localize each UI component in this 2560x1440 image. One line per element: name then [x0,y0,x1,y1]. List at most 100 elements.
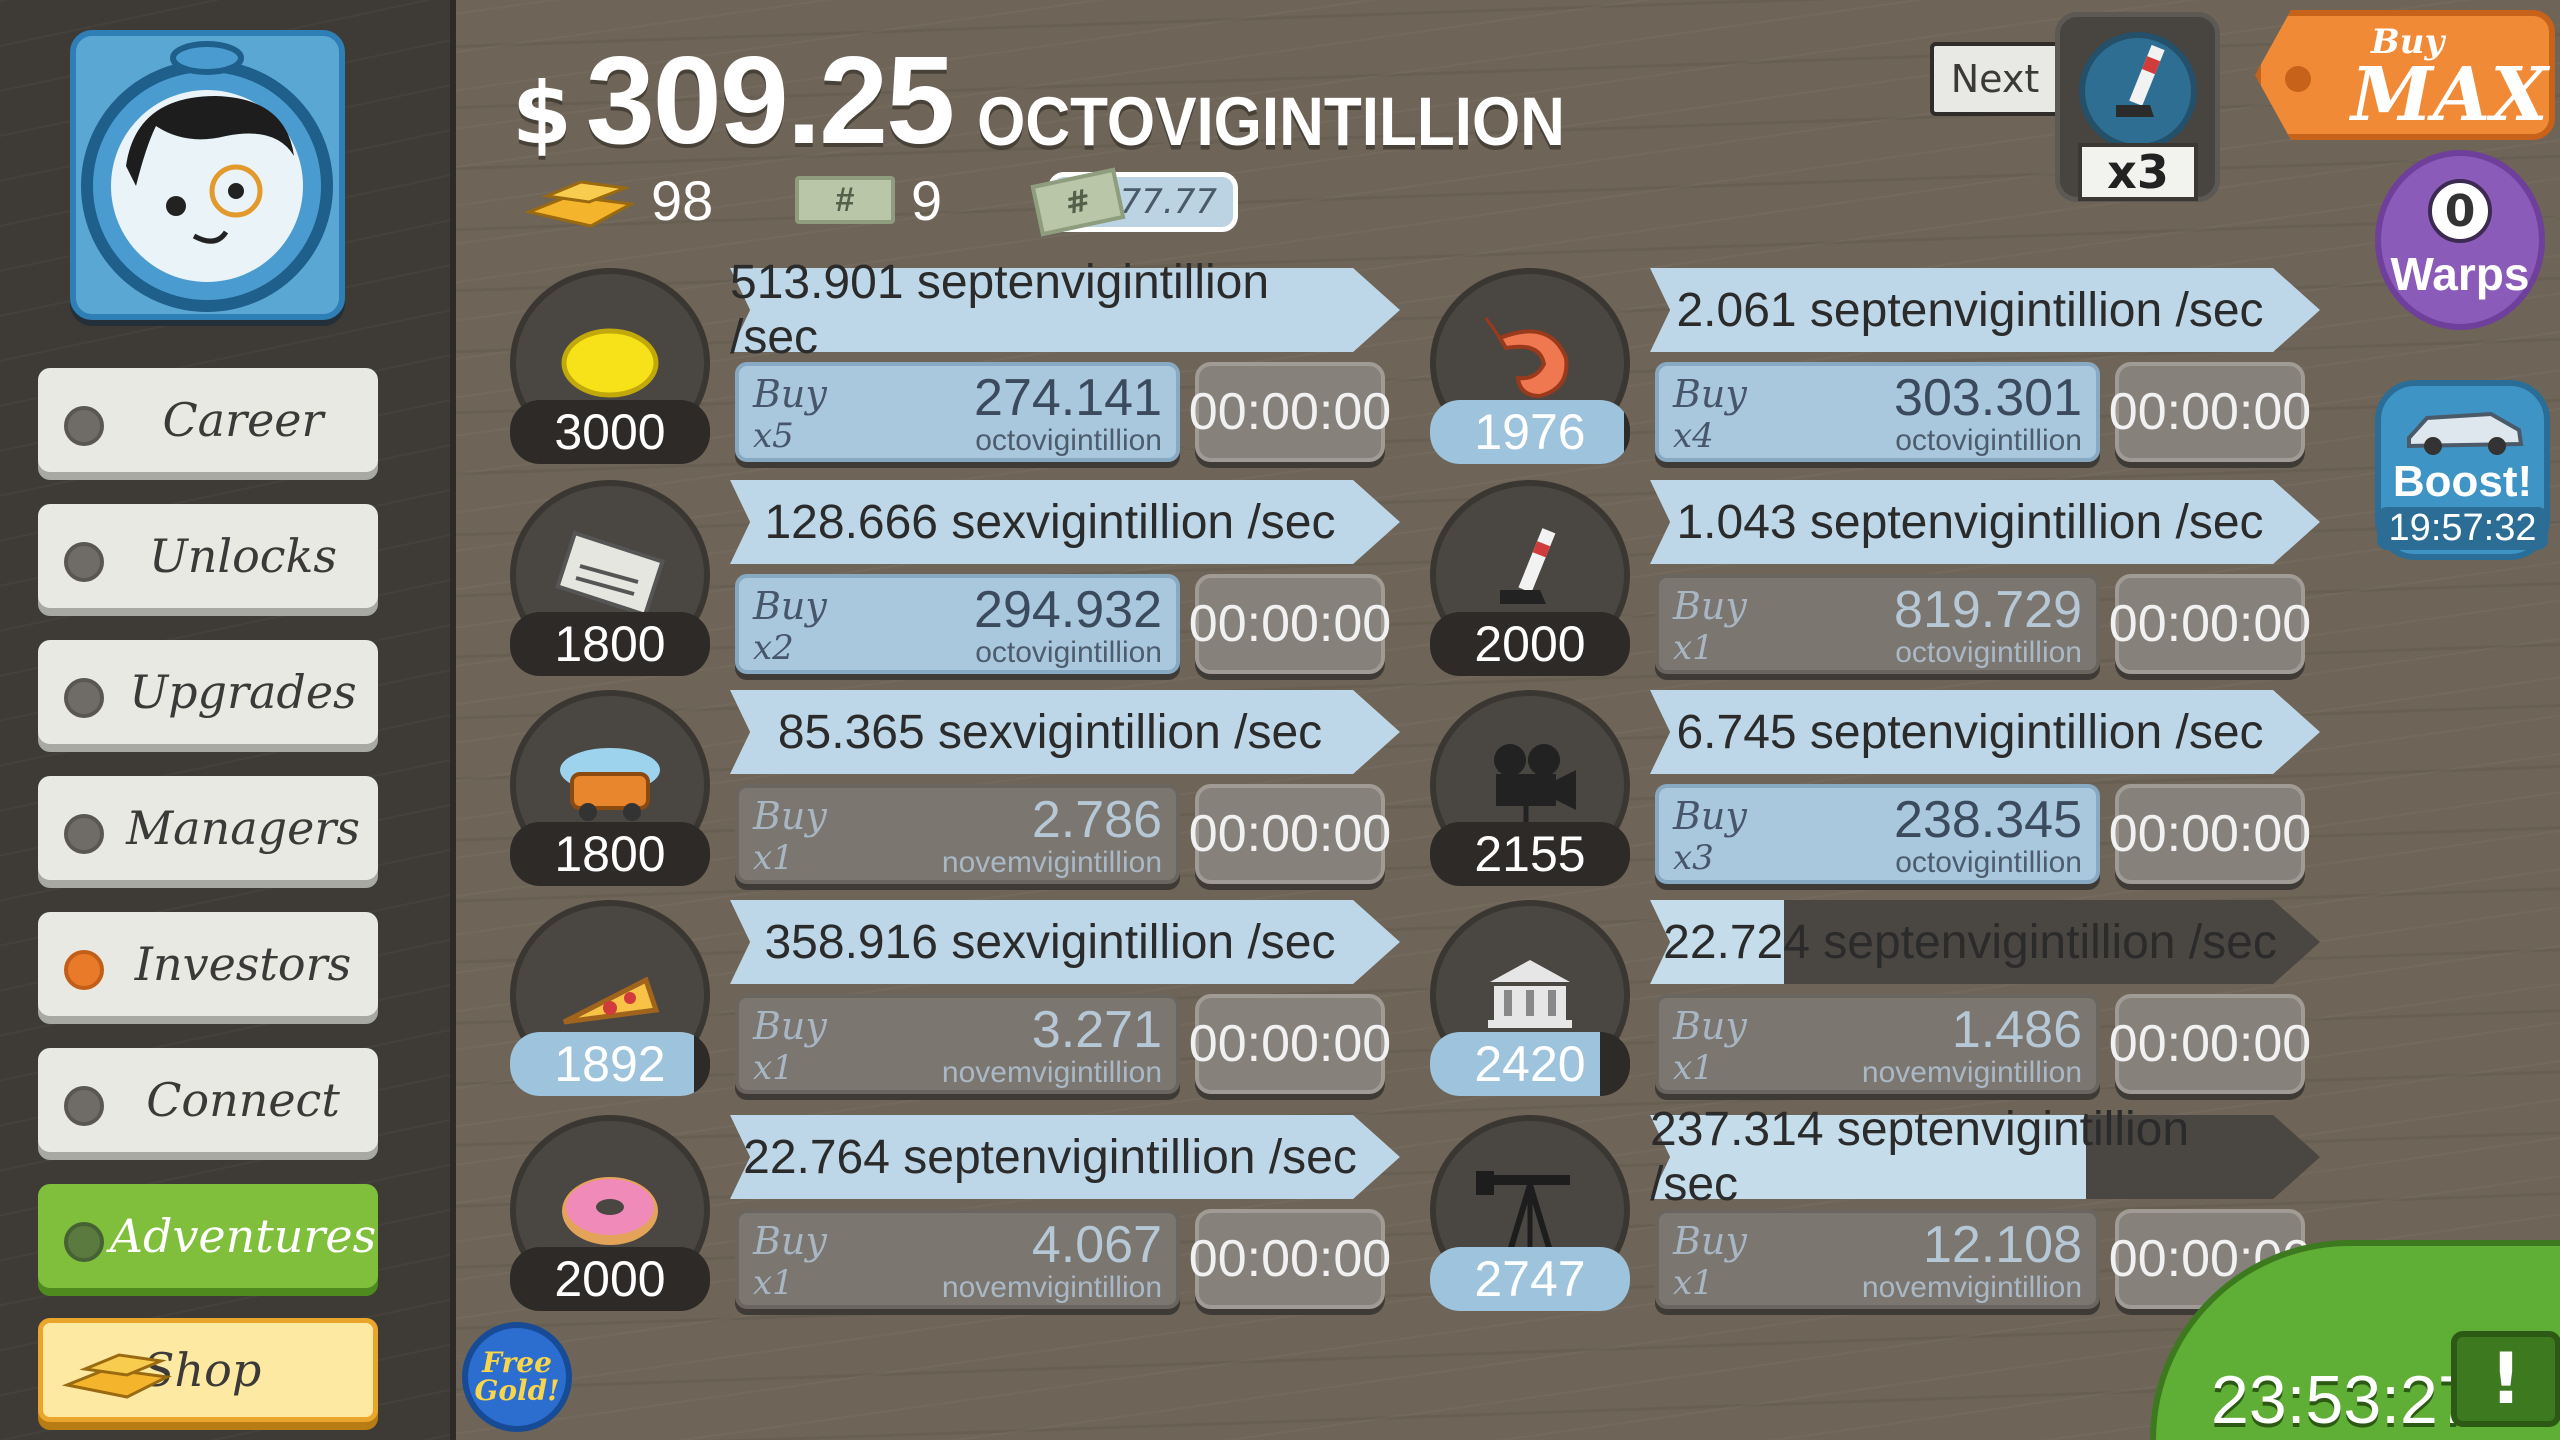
business-icon-button[interactable]: 1800 [510,480,710,680]
buy-business-button[interactable]: Buy x5 274.141 octovigintillion [735,362,1180,462]
business-icon-button[interactable]: 2155 [1430,690,1630,890]
status-dot [64,814,104,854]
gold-counter: 98 [525,165,713,235]
business-level: 1976 [1474,404,1586,460]
business-icon-button[interactable]: 2747 [1430,1115,1630,1315]
business-level: 2747 [1474,1251,1586,1307]
free-gold-line1: Free [482,1346,552,1379]
buy-business-button[interactable]: Buy x1 2.786 novemvigintillion [735,784,1180,884]
timer-text: 00:00:00 [1188,595,1392,653]
timer-text: 00:00:00 [1188,1015,1392,1073]
rate-text: 2.061 septenvigintillion /sec [1676,283,2264,337]
status-dot [64,1086,104,1126]
warps-badge[interactable]: 0 Warps [2375,150,2545,330]
business-icon-button[interactable]: 2000 [510,1115,710,1315]
currency-symbol: $ [512,64,572,164]
buy-cost-unit: novemvigintillion [1861,1056,2082,1089]
buy-max-button[interactable]: Buy MAX [2255,10,2555,140]
nav-unlocks-button[interactable]: Unlocks [38,504,378,608]
avatar[interactable] [70,30,345,320]
buy-business-button[interactable]: Buy x1 4.067 novemvigintillion [735,1209,1180,1309]
business-rate-bar[interactable]: 358.916 sexvigintillion /sec [730,900,1400,984]
buy-cost-unit: novemvigintillion [941,1056,1162,1089]
level-bar: 2000 [1430,612,1630,676]
buy-label: Buy [753,584,827,628]
nav-adventures-button[interactable]: Adventures [38,1184,378,1288]
buy-cost-unit: novemvigintillion [1861,1271,2082,1304]
nav-managers-button[interactable]: Managers [38,776,378,880]
business-rate-bar[interactable]: 22.724 septenvigintillion /sec [1650,900,2320,984]
business-rate-bar[interactable]: 6.745 septenvigintillion /sec [1650,690,2320,774]
buy-business-button[interactable]: Buy x1 3.271 novemvigintillion [735,994,1180,1094]
timer-text: 00:00:00 [2108,805,2312,863]
next-upgrade-badge[interactable]: x3 [2055,12,2220,202]
buy-multiplier: x5 [753,416,794,456]
buy-business-button[interactable]: Buy x1 819.729 octovigintillion [1655,574,2100,674]
next-multiplier: x3 [2078,143,2198,201]
business-rate-bar[interactable]: 85.365 sexvigintillion /sec [730,690,1400,774]
buy-cost: 12.108 [1922,1216,2082,1274]
buy-label: Buy [753,1219,827,1263]
tv-timer: 23:53:27 [2211,1362,2476,1438]
buy-cost-unit: octovigintillion [1895,636,2082,669]
business-timer: 00:00:00 [1189,1209,1391,1309]
gold-bars-icon [61,1353,173,1399]
business-timer: 00:00:00 [2109,994,2311,1094]
buy-label: Buy [1673,372,1747,416]
buy-multiplier: x1 [1673,1048,1714,1088]
next-upgrade-button[interactable]: Next [1930,42,2060,116]
nav-upgrades-button[interactable]: Upgrades [38,640,378,744]
buy-label: Buy [753,794,827,838]
bill-counter: # 9 [795,165,942,235]
level-bar: 1800 [510,612,710,676]
business-icon-button[interactable]: 1976 [1430,268,1630,468]
tv-alert-icon[interactable]: ! [2451,1331,2560,1427]
free-gold-button[interactable]: Free Gold! [462,1322,572,1432]
buy-multiplier: x1 [753,1263,794,1303]
buy-cost: 3.271 [1031,1001,1162,1059]
buy-business-button[interactable]: Buy x4 303.301 octovigintillion [1655,362,2100,462]
nav-career-button[interactable]: Career [38,368,378,472]
buy-cost: 303.301 [1894,369,2082,427]
business-level: 2000 [1474,616,1586,672]
buy-cost: 2.786 [1031,791,1162,849]
tag-hole-icon [2285,66,2311,92]
rate-text: 1.043 septenvigintillion /sec [1676,495,2264,549]
business-level: 1892 [554,1036,666,1092]
level-bar: 1892 [510,1032,710,1096]
buy-business-button[interactable]: Buy x1 12.108 novemvigintillion [1655,1209,2100,1309]
buy-business-button[interactable]: Buy x2 294.932 octovigintillion [735,574,1180,674]
buy-multiplier: x3 [1673,838,1714,878]
business-rate-bar[interactable]: 128.666 sexvigintillion /sec [730,480,1400,564]
nav-connect-button[interactable]: Connect [38,1048,378,1152]
buy-business-button[interactable]: Buy x1 1.486 novemvigintillion [1655,994,2100,1094]
business-rate-bar[interactable]: 1.043 septenvigintillion /sec [1650,480,2320,564]
business-rate-bar[interactable]: 513.901 septenvigintillion /sec [730,256,1400,364]
tv-badge: ! [2490,1338,2522,1420]
business-rate-bar[interactable]: 2.061 septenvigintillion /sec [1650,268,2320,352]
buy-multiplier: x1 [753,838,794,878]
business-rate-bar[interactable]: 22.764 septenvigintillion /sec [730,1115,1400,1199]
business-icon-button[interactable]: 2000 [1430,480,1630,680]
buy-business-button[interactable]: Buy x3 238.345 octovigintillion [1655,784,2100,884]
business-icon-button[interactable]: 1892 [510,900,710,1100]
level-bar: 1800 [510,822,710,886]
buy-cost: 274.141 [974,369,1162,427]
buy-multiplier: x1 [1673,628,1714,668]
buy-cost: 1.486 [1951,1001,2082,1059]
business-icon-button[interactable]: 2420 [1430,900,1630,1100]
nav-shop-button[interactable]: Shop [38,1318,378,1422]
money-display: $ 309.25 OCTOVIGINTILLION [512,30,1565,172]
hockey-stick-icon [2079,32,2197,149]
business-icon-button[interactable]: 3000 [510,268,710,468]
buy-label: Buy [1673,794,1747,838]
buy-label: Buy [1673,584,1747,628]
boost-button[interactable]: Boost! 19:57:32 [2375,380,2550,560]
buy-cost-unit: octovigintillion [1895,424,2082,457]
gold-count: 98 [651,168,714,232]
nav-investors-button[interactable]: Investors [38,912,378,1016]
rate-text: 22.724 septenvigintillion /sec [1663,915,2277,969]
business-icon-button[interactable]: 1800 [510,690,710,890]
rate-text: 128.666 sexvigintillion /sec [764,495,1336,549]
business-rate-bar[interactable]: 237.314 septenvigintillion /sec [1650,1103,2320,1211]
